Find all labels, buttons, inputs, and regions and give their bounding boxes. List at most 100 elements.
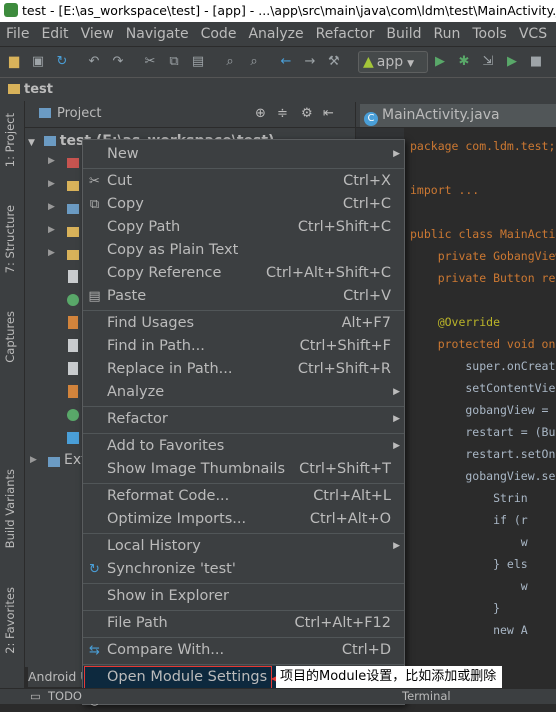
- menu-item-copy-as-plain-text[interactable]: Copy as Plain Text: [83, 239, 404, 262]
- android-monitor-tab[interactable]: Android U: [28, 667, 83, 687]
- tab-mainactivity[interactable]: C MainActivity.java: [360, 104, 556, 127]
- code-line[interactable]: if (r: [410, 513, 528, 527]
- menu-item-synchronize-test[interactable]: ↻ Synchronize 'test': [83, 558, 404, 581]
- code-line[interactable]: new A: [410, 623, 528, 637]
- menu-tools[interactable]: Tools: [466, 22, 513, 46]
- hide-icon[interactable]: ⇤: [323, 101, 334, 127]
- menu-navigate[interactable]: Navigate: [120, 22, 195, 46]
- file-icon: [68, 270, 78, 283]
- menu-item-reformat-code[interactable]: Reformat Code... Ctrl+Alt+L: [83, 485, 404, 508]
- menu-run[interactable]: Run: [428, 22, 467, 46]
- find-icon[interactable]: ⌕: [222, 54, 238, 70]
- code-line[interactable]: } els: [410, 557, 528, 571]
- menu-item-shortcut: Ctrl+C: [342, 196, 391, 212]
- code-line[interactable]: protected void on: [410, 337, 556, 351]
- menu-item-label: Find Usages: [107, 315, 195, 331]
- debug-icon[interactable]: ✱: [456, 54, 472, 70]
- expand-icon[interactable]: ▶: [48, 156, 55, 166]
- menu-item-optimize-imports[interactable]: Optimize Imports... Ctrl+Alt+O: [83, 508, 404, 531]
- terminal-tab[interactable]: Terminal: [402, 689, 451, 704]
- code-line[interactable]: private GobangView: [410, 249, 556, 263]
- code-line[interactable]: restart.setOn: [410, 447, 555, 461]
- menu-separator: [83, 533, 404, 534]
- menu-item-shortcut: Alt+F7: [341, 315, 391, 331]
- attach-debugger-icon[interactable]: ⇲: [480, 54, 496, 70]
- coverage-icon[interactable]: ▶: [504, 54, 520, 70]
- run-icon[interactable]: ▶: [432, 54, 448, 70]
- code-line[interactable]: gobangView.se: [410, 469, 555, 483]
- copy-icon[interactable]: ⧉: [166, 54, 182, 70]
- gear-icon[interactable]: ⚙: [301, 101, 313, 127]
- menu-code[interactable]: Code: [195, 22, 243, 46]
- expand-icon[interactable]: ▶: [30, 455, 37, 465]
- paste-icon[interactable]: ▤: [190, 54, 206, 70]
- build-icon[interactable]: ⚒: [328, 52, 348, 72]
- menu-analyze[interactable]: Analyze: [242, 22, 309, 46]
- todo-icon: ▭: [30, 689, 41, 703]
- menu-item-copy[interactable]: ⧉ Copy Ctrl+C: [83, 193, 404, 216]
- expand-icon[interactable]: ▶: [48, 225, 55, 235]
- menu-item-compare-with[interactable]: ⇆ Compare With... Ctrl+D: [83, 639, 404, 662]
- menu-item-find-usages[interactable]: Find Usages Alt+F7: [83, 312, 404, 335]
- menu-item-analyze[interactable]: Analyze ▶: [83, 381, 404, 404]
- forward-icon[interactable]: →: [302, 54, 318, 70]
- expand-icon[interactable]: ▶: [48, 248, 55, 258]
- menu-build[interactable]: Build: [380, 22, 427, 46]
- menu-item-show-image-thumbnails[interactable]: Show Image Thumbnails Ctrl+Shift+T: [83, 458, 404, 481]
- run-config-select[interactable]: ▲ app ▼: [358, 51, 428, 73]
- code-line[interactable]: Strin: [410, 491, 528, 505]
- tab-favorites[interactable]: 2: Favorites: [3, 587, 17, 654]
- menu-item-label: Replace in Path...: [107, 361, 233, 377]
- expand-icon[interactable]: ▶: [48, 202, 55, 212]
- code-line[interactable]: setContentVie: [410, 381, 555, 395]
- save-icon[interactable]: ▣: [30, 54, 46, 70]
- redo-icon[interactable]: ↷: [110, 54, 126, 70]
- back-icon[interactable]: ←: [278, 54, 294, 70]
- code-line[interactable]: }: [410, 601, 500, 615]
- tab-project[interactable]: 1: Project: [3, 113, 17, 167]
- code-line[interactable]: public class MainActi: [410, 227, 555, 241]
- todo-tab[interactable]: TODO: [48, 689, 82, 704]
- menu-edit[interactable]: Edit: [35, 22, 74, 46]
- menu-item-shortcut: Ctrl+Shift+F: [299, 338, 391, 354]
- menu-item-file-path[interactable]: File Path Ctrl+Alt+F12: [83, 612, 404, 635]
- code-line[interactable]: @Override: [410, 315, 500, 329]
- tab-structure[interactable]: 7: Structure: [3, 205, 17, 273]
- menu-item-copy-path[interactable]: Copy Path Ctrl+Shift+C: [83, 216, 404, 239]
- code-line[interactable]: gobangView =: [410, 403, 548, 417]
- menu-vcs[interactable]: VCS: [513, 22, 553, 46]
- cut-icon[interactable]: ✂: [142, 54, 158, 70]
- menu-item-local-history[interactable]: Local History ▶: [83, 535, 404, 558]
- menu-item-add-to-favorites[interactable]: Add to Favorites ▶: [83, 435, 404, 458]
- menu-item-cut[interactable]: ✂ Cut Ctrl+X: [83, 170, 404, 193]
- menu-item-new[interactable]: New ▶: [83, 143, 404, 166]
- undo-icon[interactable]: ↶: [86, 54, 102, 70]
- expand-icon[interactable]: ▶: [48, 179, 55, 189]
- replace-icon[interactable]: ⌕: [246, 54, 262, 70]
- nav-project[interactable]: test: [24, 82, 53, 97]
- code-line[interactable]: w: [410, 579, 528, 593]
- code-line[interactable]: import ...: [410, 183, 479, 197]
- menu-item-copy-reference[interactable]: Copy Reference Ctrl+Alt+Shift+C: [83, 262, 404, 285]
- menu-refactor[interactable]: Refactor: [310, 22, 381, 46]
- menu-item-show-in-explorer[interactable]: Show in Explorer: [83, 585, 404, 608]
- menu-item-find-in-path[interactable]: Find in Path... Ctrl+Shift+F: [83, 335, 404, 358]
- stop-icon[interactable]: ■: [528, 54, 544, 70]
- project-view-select[interactable]: Project: [57, 106, 101, 121]
- sync-icon[interactable]: ↻: [54, 54, 70, 70]
- code-line[interactable]: package com.ldm.test;: [410, 139, 555, 153]
- code-line[interactable]: super.onCreat: [410, 359, 555, 373]
- code-line[interactable]: w: [410, 535, 528, 549]
- open-folder-icon[interactable]: ▆: [6, 54, 22, 70]
- menu-view[interactable]: View: [75, 22, 120, 46]
- menu-item-paste[interactable]: ▤ Paste Ctrl+V: [83, 285, 404, 308]
- menu-item-refactor[interactable]: Refactor ▶: [83, 408, 404, 431]
- menu-file[interactable]: File: [0, 22, 35, 46]
- code-line[interactable]: private Button re: [410, 271, 556, 285]
- tab-captures[interactable]: Captures: [3, 311, 17, 363]
- tab-build-variants[interactable]: Build Variants: [3, 469, 17, 548]
- menu-item-replace-in-path[interactable]: Replace in Path... Ctrl+Shift+R: [83, 358, 404, 381]
- code-line[interactable]: restart = (Bu: [410, 425, 555, 439]
- collapse-icon[interactable]: ≑: [277, 101, 288, 127]
- sync-scroll-icon[interactable]: ⊕: [255, 101, 266, 127]
